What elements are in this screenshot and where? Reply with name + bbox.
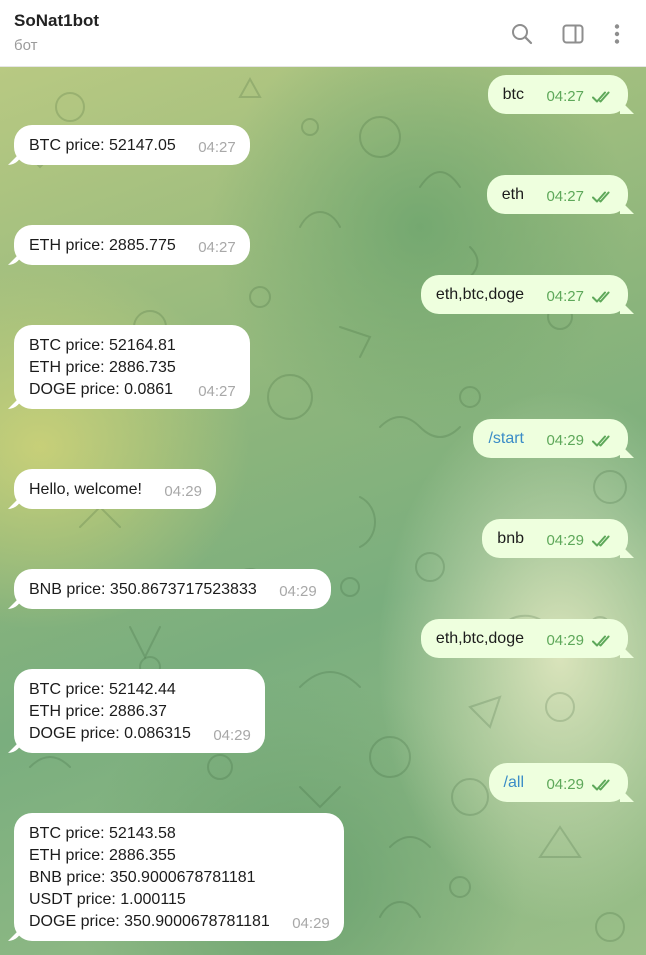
message-text: BTC price: 52147.05	[29, 137, 176, 154]
double-check-read-icon	[592, 535, 610, 547]
message-meta: 04:29	[546, 430, 614, 452]
message-meta: 04:27	[198, 137, 236, 159]
message-meta: 04:29	[164, 481, 202, 503]
double-check-read-icon	[592, 779, 610, 791]
outgoing-message[interactable]: /start 04:29	[473, 419, 628, 458]
double-check-read-icon	[592, 91, 610, 103]
more-vertical-icon	[614, 24, 620, 44]
incoming-message[interactable]: Hello, welcome! 04:29	[14, 469, 216, 509]
message-text: BTC price: 52143.58 ETH price: 2886.355 …	[29, 825, 270, 930]
message-text: Hello, welcome!	[29, 481, 142, 498]
bot-command-link[interactable]: /all	[504, 772, 524, 794]
message-text: eth	[501, 186, 524, 203]
message-time: 04:27	[546, 88, 584, 105]
message-time: 04:27	[546, 188, 584, 205]
incoming-message[interactable]: ETH price: 2885.775 04:27	[14, 225, 250, 265]
message-meta: 04:27	[546, 186, 614, 208]
outgoing-message[interactable]: /all 04:29	[488, 763, 628, 802]
double-check-read-icon	[592, 191, 610, 203]
double-check-read-icon	[592, 635, 610, 647]
message-meta: 04:29	[546, 630, 614, 652]
double-check-read-icon	[592, 291, 610, 303]
message-text: ETH price: 2885.775	[29, 237, 176, 254]
message-meta: 04:29	[546, 774, 614, 796]
chat-subtitle: бот	[14, 37, 38, 54]
message-list[interactable]: btc 04:27 BTC price: 52147.05 04:27 eth 04:27…	[0, 67, 646, 955]
message-time: 04:29	[279, 583, 317, 600]
message-time: 04:27	[198, 383, 236, 400]
incoming-message[interactable]: BNB price: 350.8673717523833 04:29	[14, 569, 331, 609]
incoming-message[interactable]: BTC price: 52164.81 ETH price: 2886.735 …	[14, 325, 250, 409]
message-meta: 04:29	[213, 725, 251, 747]
message-meta: 04:29	[279, 581, 317, 603]
message-meta: 04:27	[546, 86, 614, 108]
chat-title[interactable]: SoNat1bot	[14, 11, 99, 31]
message-time: 04:27	[198, 239, 236, 256]
message-time: 04:29	[546, 776, 584, 793]
message-text: BTC price: 52142.44 ETH price: 2886.37 D…	[29, 681, 191, 742]
chat-header[interactable]: SoNat1bot бот	[0, 0, 646, 67]
message-time: 04:29	[546, 532, 584, 549]
message-time: 04:29	[546, 632, 584, 649]
sidebar-toggle-button[interactable]	[557, 18, 589, 50]
message-time: 04:27	[198, 139, 236, 156]
more-menu-button[interactable]	[601, 18, 633, 50]
message-meta: 04:27	[546, 286, 614, 308]
message-time: 04:27	[546, 288, 584, 305]
message-time: 04:29	[292, 915, 330, 932]
message-meta: 04:29	[292, 913, 330, 935]
incoming-message[interactable]: BTC price: 52142.44 ETH price: 2886.37 D…	[14, 669, 265, 753]
search-icon	[512, 24, 533, 45]
search-button[interactable]	[506, 18, 538, 50]
incoming-message[interactable]: BTC price: 52143.58 ETH price: 2886.355 …	[14, 813, 344, 941]
bot-command-link[interactable]: /start	[488, 428, 524, 450]
message-text: BTC price: 52164.81 ETH price: 2886.735 …	[29, 337, 176, 398]
message-time: 04:29	[164, 483, 202, 500]
outgoing-message[interactable]: bnb 04:29	[482, 519, 628, 558]
message-meta: 04:29	[546, 530, 614, 552]
message-text: bnb	[497, 530, 524, 547]
outgoing-message[interactable]: btc 04:27	[487, 75, 628, 114]
message-text: btc	[502, 86, 524, 103]
message-meta: 04:27	[198, 381, 236, 403]
chat-window: SoNat1bot бот btc 04:27 BTC price: 52147…	[0, 0, 646, 955]
message-meta: 04:27	[198, 237, 236, 259]
message-text: eth,btc,doge	[435, 286, 524, 303]
sidebar-toggle-icon	[562, 24, 584, 44]
double-check-read-icon	[592, 435, 610, 447]
message-time: 04:29	[546, 432, 584, 449]
outgoing-message[interactable]: eth 04:27	[486, 175, 628, 214]
message-time: 04:29	[213, 727, 251, 744]
message-text: BNB price: 350.8673717523833	[29, 581, 257, 598]
message-text: eth,btc,doge	[435, 630, 524, 647]
outgoing-message[interactable]: eth,btc,doge 04:29	[420, 619, 628, 658]
incoming-message[interactable]: BTC price: 52147.05 04:27	[14, 125, 250, 165]
outgoing-message[interactable]: eth,btc,doge 04:27	[420, 275, 628, 314]
